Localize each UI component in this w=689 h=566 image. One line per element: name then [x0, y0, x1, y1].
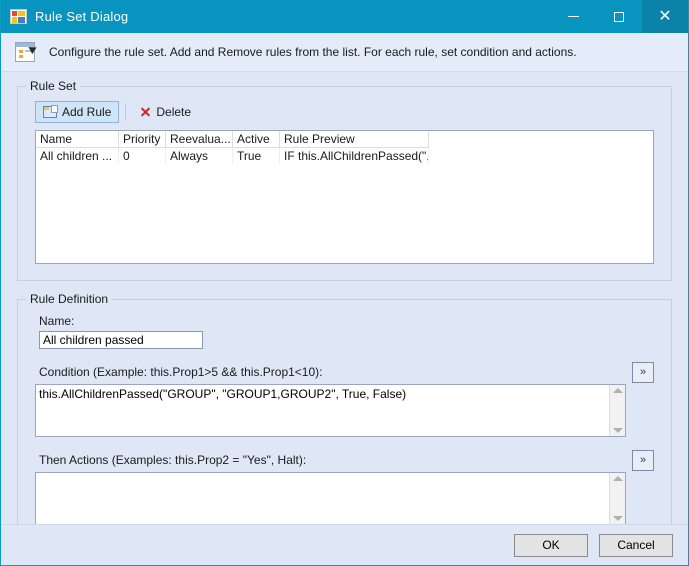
condition-editor-row [35, 383, 654, 437]
rule-set-group: Rule Set Add Rule Delete Name Priority R… [17, 79, 672, 281]
rules-table: Name Priority Reevalua... Active Rule Pr… [36, 131, 429, 165]
condition-expand-button[interactable]: » [632, 361, 654, 383]
name-label: Name: [39, 313, 75, 328]
dialog-footer: OK Cancel [1, 525, 688, 565]
table-header-row: Name Priority Reevalua... Active Rule Pr… [36, 131, 429, 149]
condition-editor[interactable] [35, 383, 626, 437]
delete-button[interactable]: Delete [132, 101, 198, 123]
actions-editor-row [35, 471, 654, 525]
rule-definition-group: Rule Definition Name: Condition (Example… [17, 291, 672, 544]
chevron-up-icon[interactable] [612, 475, 623, 481]
condition-label: Condition (Example: this.Prop1>5 && this… [39, 364, 323, 379]
close-x-icon [139, 106, 151, 118]
rule-set-legend: Rule Set [26, 79, 81, 93]
minimize-icon[interactable] [550, 0, 596, 33]
grid-table-icon [10, 9, 27, 24]
toolbar-separator [125, 103, 127, 122]
column-header-active[interactable]: Active [232, 131, 280, 149]
cell-active: True [232, 147, 280, 165]
header-description: Configure the rule set. Add and Remove r… [49, 45, 577, 59]
condition-textarea[interactable] [36, 384, 609, 436]
chevron-up-icon[interactable] [612, 387, 623, 393]
column-header-priority[interactable]: Priority [118, 131, 166, 149]
table-row[interactable]: All children ... 0 Always True IF this.A… [36, 147, 429, 165]
actions-editor[interactable] [35, 471, 626, 525]
title-bar: Rule Set Dialog ✕ [1, 0, 688, 33]
window-title: Rule Set Dialog [35, 9, 129, 24]
column-header-reevaluation[interactable]: Reevalua... [165, 131, 233, 149]
rule-name-input[interactable] [39, 330, 203, 349]
actions-label: Then Actions (Examples: this.Prop2 = "Ye… [39, 452, 307, 467]
rule-definition-legend: Rule Definition [26, 291, 113, 306]
cell-rule-preview: IF this.AllChildrenPassed("... [279, 147, 429, 165]
maximize-icon[interactable] [596, 0, 642, 33]
actions-scrollbar[interactable] [609, 472, 625, 524]
document-edit-icon [15, 42, 39, 62]
cancel-button[interactable]: Cancel [599, 533, 673, 557]
chevron-down-icon[interactable] [612, 427, 623, 433]
ok-button[interactable]: OK [514, 533, 588, 557]
cell-priority: 0 [118, 147, 166, 165]
add-rule-label: Add Rule [62, 105, 112, 120]
add-rule-button[interactable]: Add Rule [35, 101, 120, 124]
close-icon[interactable]: ✕ [642, 0, 688, 33]
column-header-rule-preview[interactable]: Rule Preview [279, 131, 429, 149]
rules-list[interactable]: Name Priority Reevalua... Active Rule Pr… [35, 130, 654, 265]
window-controls: ✕ [550, 0, 688, 33]
actions-expand-button[interactable]: » [632, 449, 654, 471]
column-header-name[interactable]: Name [36, 131, 119, 149]
condition-scrollbar[interactable] [609, 384, 625, 436]
rule-set-toolbar: Add Rule Delete [35, 101, 654, 124]
rule-set-dialog-window: Rule Set Dialog ✕ Configure the rule set… [0, 0, 689, 566]
cell-reevaluation: Always [165, 147, 233, 165]
delete-label: Delete [156, 105, 192, 120]
new-window-icon [43, 105, 58, 119]
header-strip: Configure the rule set. Add and Remove r… [1, 33, 688, 72]
chevron-down-icon[interactable] [612, 515, 623, 521]
cell-name: All children ... [36, 147, 119, 165]
actions-textarea[interactable] [36, 472, 609, 524]
dialog-body: Rule Set Add Rule Delete Name Priority R… [1, 79, 688, 544]
